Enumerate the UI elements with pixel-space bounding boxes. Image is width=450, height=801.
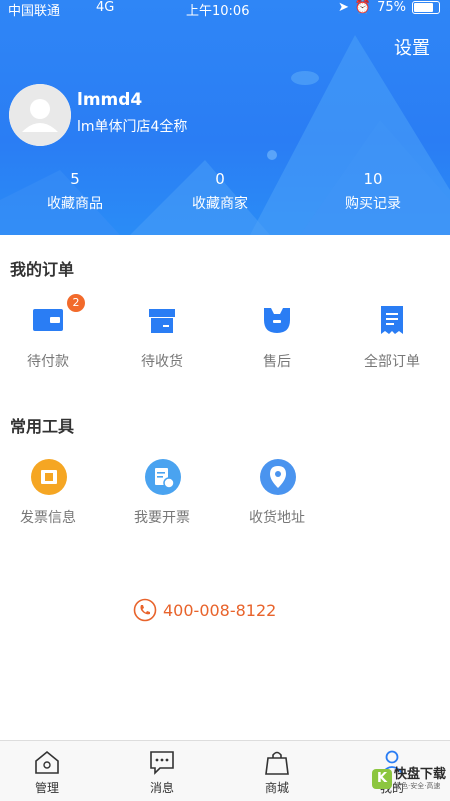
- tab-label: 消息: [149, 781, 174, 795]
- order-label: 待收货: [141, 354, 183, 370]
- stat-value: 5: [70, 170, 80, 188]
- tab-label: 管理: [34, 781, 59, 795]
- order-label: 全部订单: [364, 354, 420, 370]
- tool-label: 发票信息: [20, 510, 76, 526]
- wrench-icon: [264, 308, 290, 333]
- stat-value: 0: [215, 170, 225, 188]
- network-label: 4G: [96, 0, 115, 15]
- service-phone-link[interactable]: 400-008-8122: [133, 598, 276, 622]
- profile-header: 中国联通 4G 上午10:06 ➤ ⏰ 75% 设置 lmmd4 lm单体门店4…: [0, 0, 450, 235]
- wallet-icon: [33, 309, 63, 331]
- alarm-icon: ⏰: [354, 0, 372, 15]
- watermark-subtext: 绿色·安全·高速: [393, 782, 441, 790]
- battery-percent: 75%: [377, 0, 406, 15]
- message-icon: [150, 751, 174, 775]
- stat-value: 10: [363, 170, 383, 188]
- order-pending-receipt[interactable]: 待收货: [106, 302, 218, 371]
- package-icon: [149, 309, 175, 333]
- receipt-icon: [381, 306, 403, 334]
- tools-section-title: 常用工具: [10, 417, 75, 436]
- order-pending-payment[interactable]: 2 待付款: [0, 294, 104, 371]
- carrier-label: 中国联通: [8, 4, 61, 19]
- order-after-sales[interactable]: 售后: [221, 302, 333, 371]
- store-name: lm单体门店4全称: [77, 119, 188, 135]
- pending-count-badge: 2: [67, 294, 85, 312]
- tool-label: 我要开票: [134, 510, 190, 526]
- stat-favorite-shops[interactable]: 0 收藏商家: [145, 170, 295, 213]
- tab-mall[interactable]: 商城: [247, 749, 307, 796]
- tool-issue-invoice[interactable]: 我要开票: [106, 458, 218, 527]
- ticket-icon: [31, 459, 67, 495]
- phone-icon: [133, 598, 157, 622]
- avatar[interactable]: [9, 84, 71, 146]
- location-arrow-icon: ➤: [338, 0, 349, 15]
- orders-section-title: 我的订单: [10, 260, 75, 279]
- user-placeholder-icon: [9, 84, 71, 146]
- order-label: 待付款: [27, 354, 69, 370]
- order-label: 售后: [263, 354, 291, 370]
- watermark-text: 快盘下载: [393, 767, 446, 782]
- stat-favorite-products[interactable]: 5 收藏商品: [0, 170, 150, 213]
- service-phone-number: 400-008-8122: [163, 600, 277, 620]
- stat-label: 收藏商品: [47, 196, 103, 212]
- shopping-bag-icon: [265, 751, 289, 775]
- status-bar: 中国联通 4G 上午10:06 ➤ ⏰ 75%: [0, 0, 450, 20]
- tab-manage[interactable]: 管理: [17, 749, 77, 796]
- username: lmmd4: [77, 90, 143, 110]
- settings-button[interactable]: 设置: [394, 34, 430, 60]
- location-icon: [260, 459, 296, 495]
- watermark-logo: K 快盘下载 绿色·安全·高速: [371, 767, 446, 790]
- clock: 上午10:06: [186, 4, 250, 19]
- tool-invoice-info[interactable]: 发票信息: [0, 458, 104, 527]
- invoice-icon: [145, 459, 181, 495]
- order-all[interactable]: 全部订单: [336, 302, 448, 371]
- tool-shipping-address[interactable]: 收货地址: [221, 458, 333, 527]
- stat-label: 收藏商家: [192, 196, 248, 212]
- stat-label: 购买记录: [345, 196, 401, 212]
- tool-label: 收货地址: [249, 510, 305, 526]
- tab-messages[interactable]: 消息: [132, 749, 192, 796]
- stat-purchase-history[interactable]: 10 购买记录: [298, 170, 448, 213]
- battery-icon: [412, 1, 440, 14]
- tab-label: 商城: [264, 781, 289, 795]
- home-icon: [35, 750, 59, 774]
- watermark-leaf-icon: K: [371, 769, 392, 789]
